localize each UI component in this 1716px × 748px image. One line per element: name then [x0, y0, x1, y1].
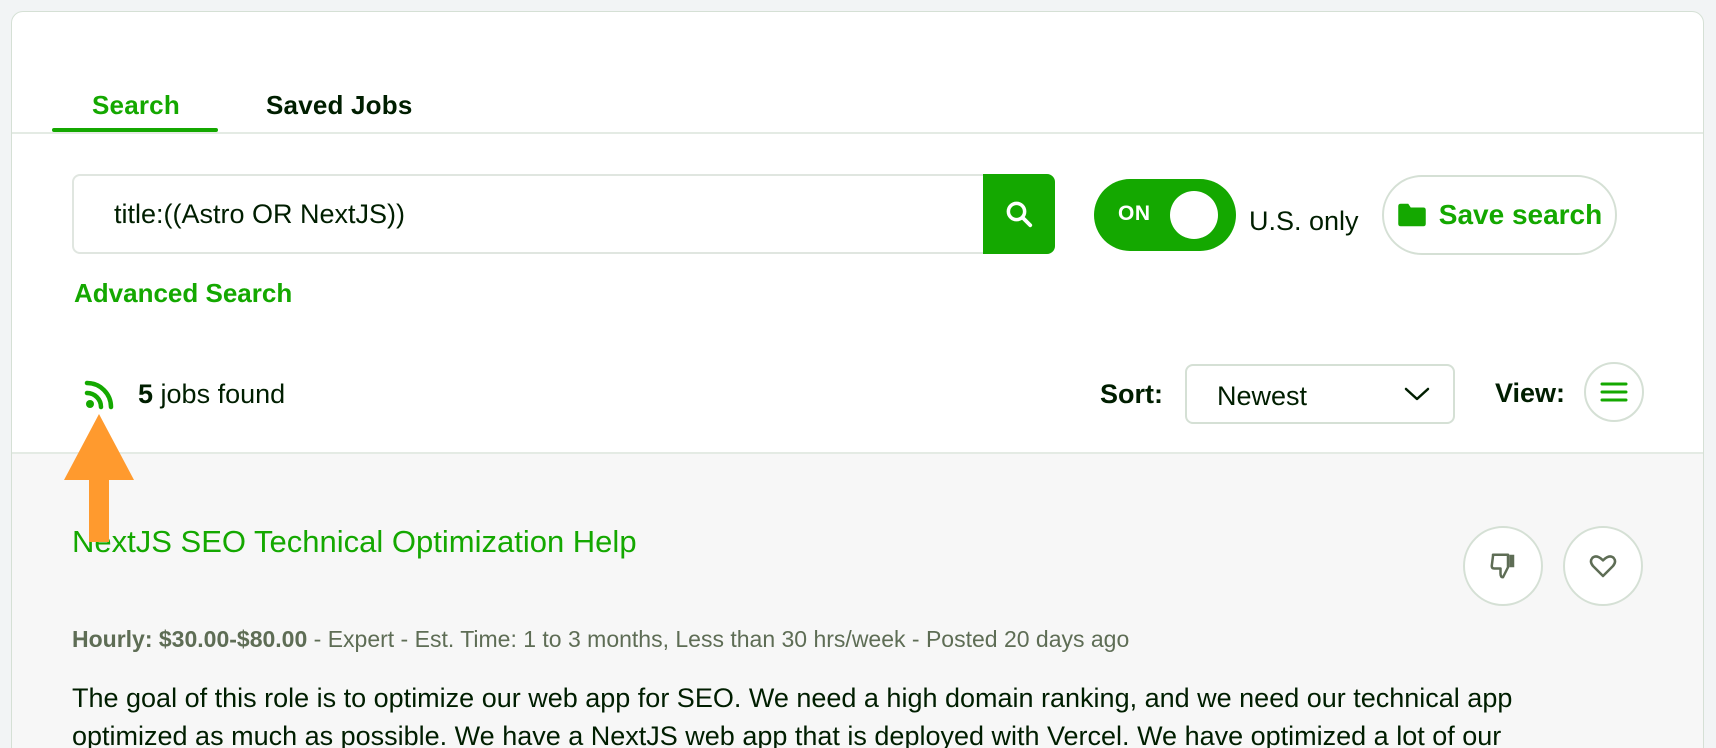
job-meta-details: - Expert - Est. Time: 1 to 3 months, Les… — [307, 626, 1130, 652]
job-rate: Hourly: $30.00-$80.00 — [72, 626, 308, 652]
rss-icon[interactable] — [84, 378, 116, 410]
dislike-button[interactable] — [1463, 526, 1543, 606]
chevron-down-icon — [1404, 387, 1430, 401]
us-only-toggle[interactable]: ON — [1094, 179, 1236, 251]
us-only-label: U.S. only — [1249, 206, 1359, 236]
list-view-icon — [1600, 382, 1628, 402]
list-view-button[interactable] — [1584, 362, 1644, 422]
search-icon — [1006, 201, 1033, 228]
tab-saved-jobs[interactable]: Saved Jobs — [266, 90, 413, 121]
search-box — [72, 174, 1055, 254]
jobs-count-number: 5 — [138, 379, 154, 409]
advanced-search-link[interactable]: Advanced Search — [74, 278, 292, 309]
toggle-state-label: ON — [1118, 202, 1151, 225]
job-description: The goal of this role is to optimize our… — [72, 683, 1513, 748]
job-meta: Hourly: $30.00-$80.00 - Expert - Est. Ti… — [72, 626, 1129, 653]
thumbs-down-icon — [1490, 553, 1515, 579]
jobs-count-suffix: jobs found — [153, 379, 286, 409]
tab-search[interactable]: Search — [92, 90, 180, 121]
active-tab-indicator — [52, 128, 218, 132]
job-title-link[interactable]: NextJS SEO Technical Optimization Help — [72, 524, 637, 560]
save-job-button[interactable] — [1563, 526, 1643, 606]
tab-bar: Search Saved Jobs — [12, 12, 1703, 134]
save-search-button[interactable]: Save search — [1382, 175, 1617, 255]
job-search-card: Search Saved Jobs ON U.S. only Save sear… — [11, 11, 1704, 748]
view-label: View: — [1495, 378, 1566, 408]
sort-selected-value: Newest — [1217, 381, 1308, 411]
search-input[interactable] — [76, 178, 976, 250]
sort-label: Sort: — [1100, 379, 1163, 409]
folder-icon — [1398, 203, 1426, 227]
save-search-label: Save search — [1438, 199, 1603, 230]
job-list: NextJS SEO Technical Optimization Help H… — [12, 452, 1703, 748]
heart-icon — [1589, 555, 1617, 578]
jobs-found-count: 5 jobs found — [138, 379, 285, 410]
search-button[interactable] — [983, 174, 1055, 254]
sort-dropdown[interactable]: Newest — [1185, 364, 1455, 424]
toggle-knob — [1170, 191, 1218, 239]
annotation-arrow-icon — [64, 414, 134, 542]
